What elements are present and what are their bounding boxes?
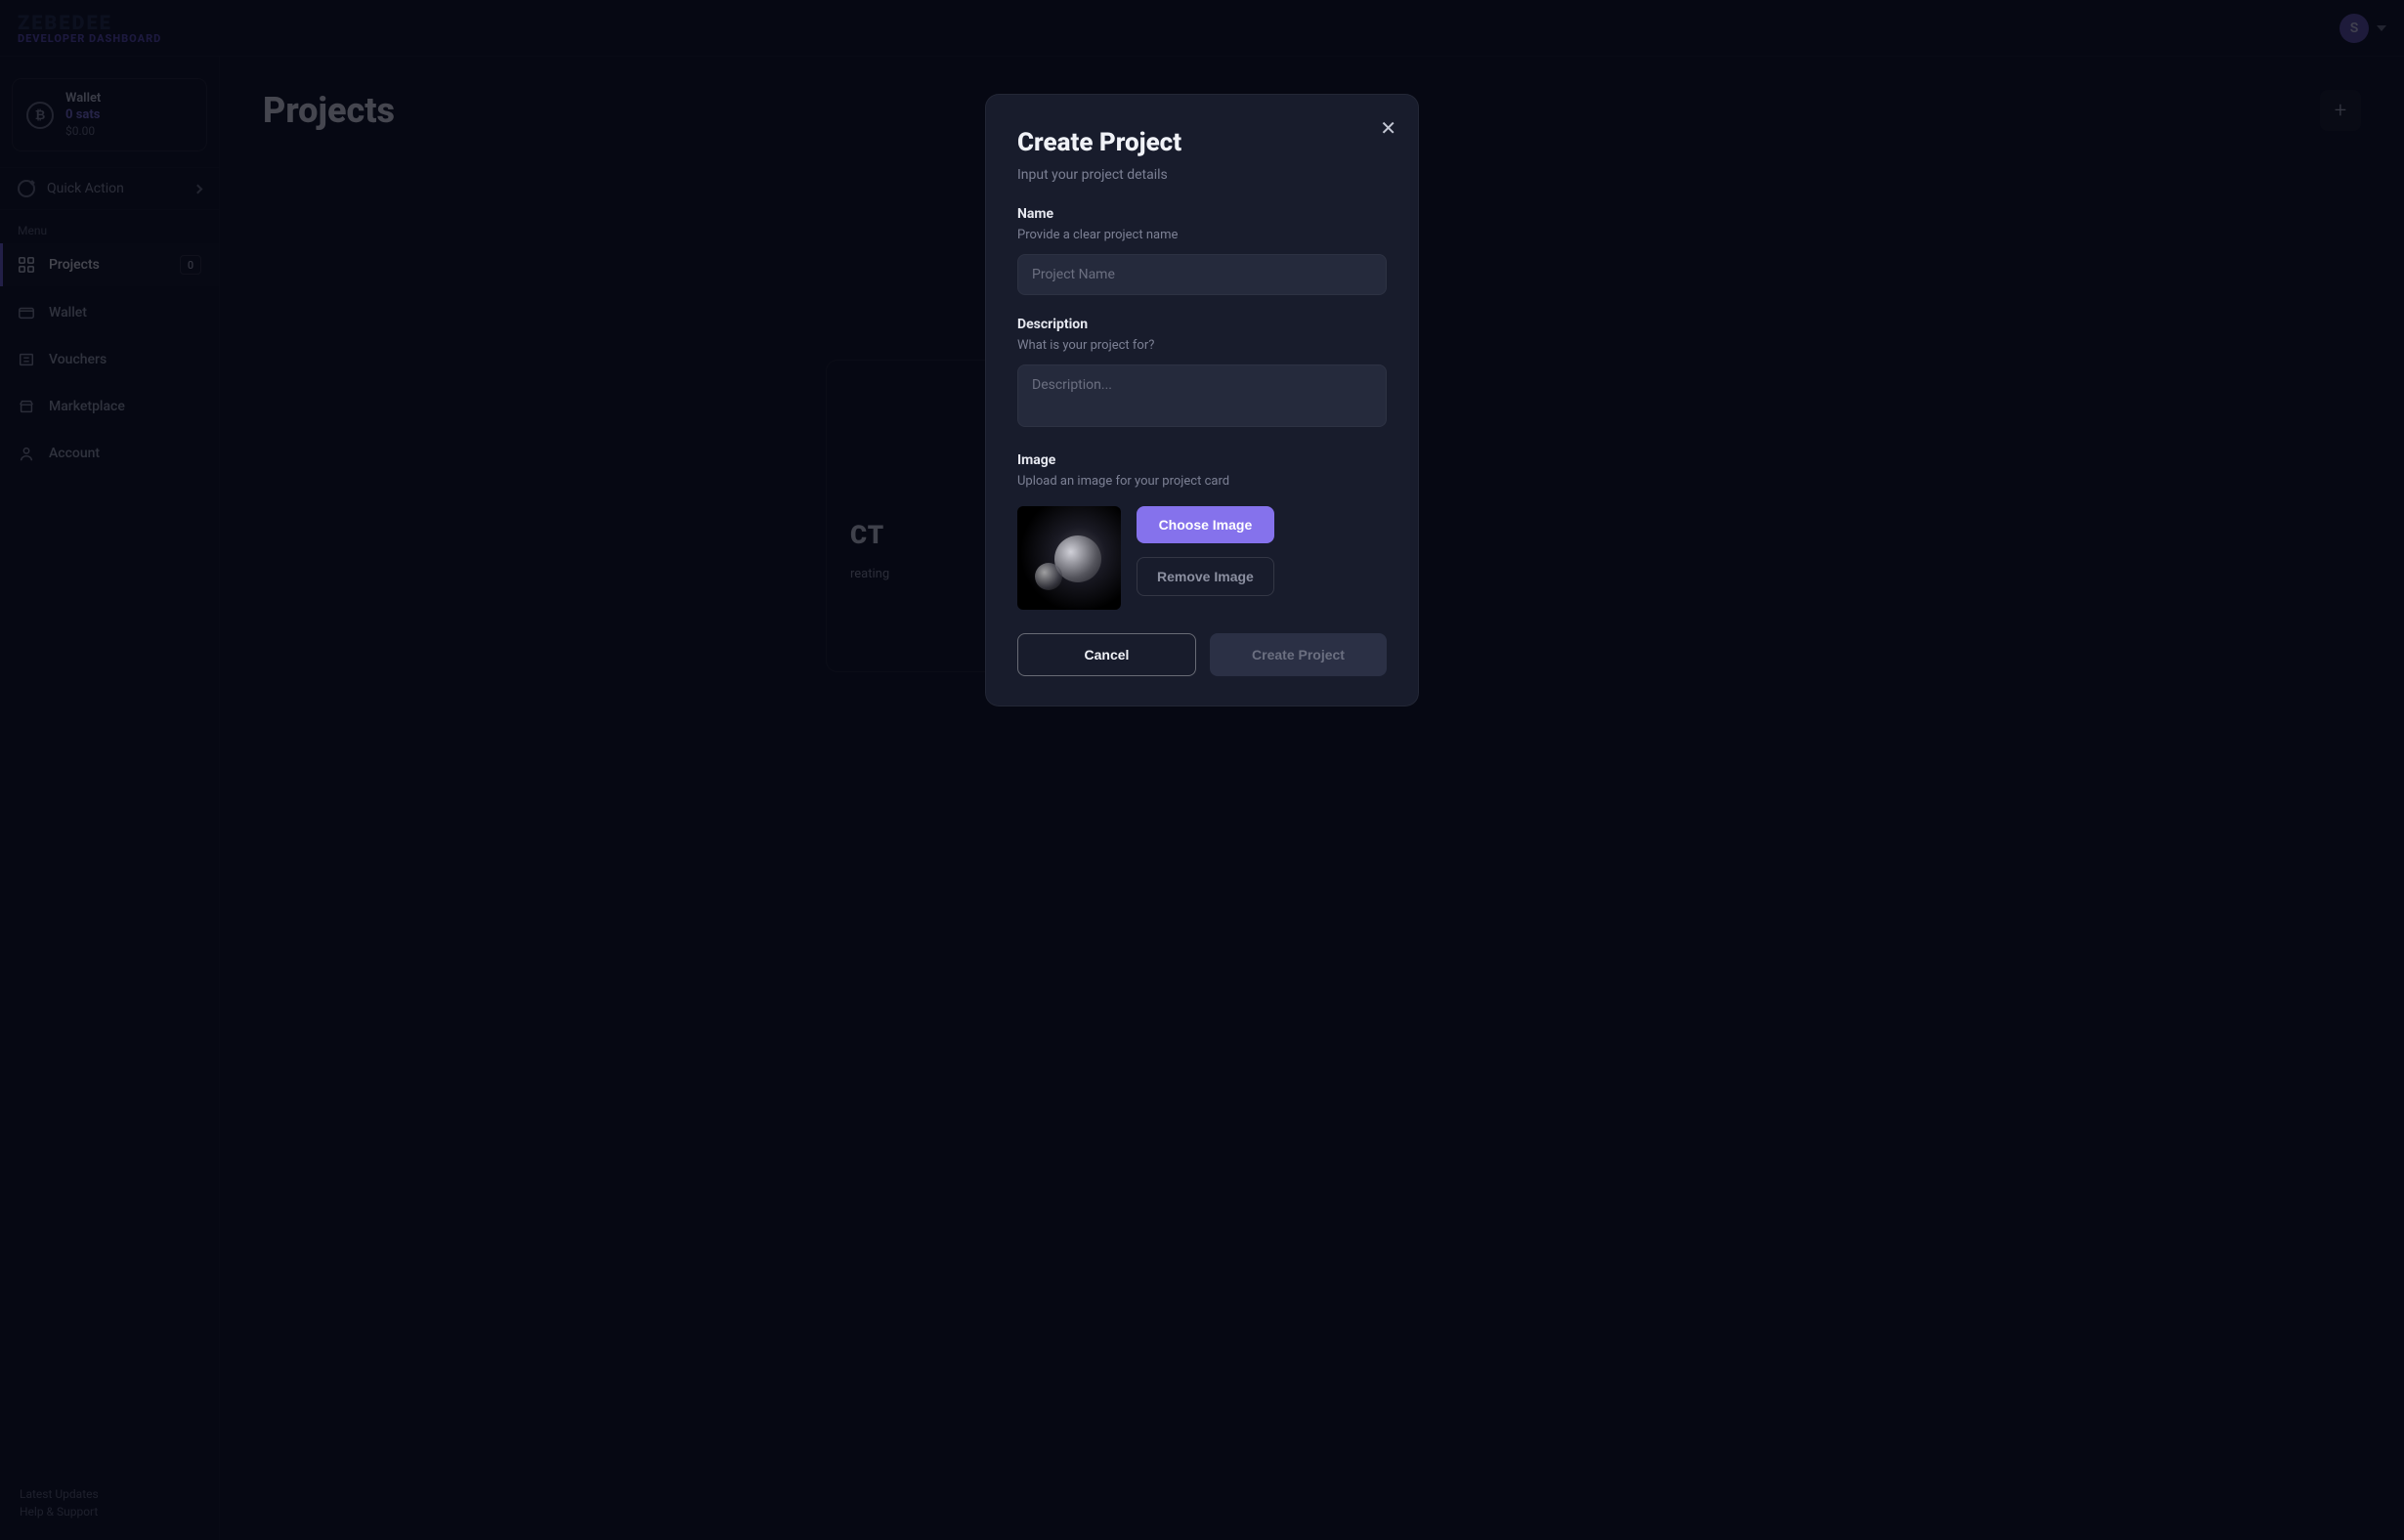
image-field-label: Image [1017, 452, 1387, 468]
name-field-label: Name [1017, 206, 1387, 222]
choose-image-button[interactable]: Choose Image [1137, 506, 1274, 543]
image-preview-thumbnail [1017, 506, 1121, 610]
description-field-hint: What is your project for? [1017, 338, 1387, 353]
remove-image-button[interactable]: Remove Image [1137, 557, 1274, 596]
modal-subtitle: Input your project details [1017, 167, 1387, 183]
description-field-label: Description [1017, 317, 1387, 332]
project-name-input[interactable] [1017, 254, 1387, 295]
create-project-button[interactable]: Create Project [1210, 633, 1387, 676]
project-description-input[interactable] [1017, 364, 1387, 427]
close-icon: ✕ [1380, 116, 1396, 140]
modal-title: Create Project [1017, 128, 1387, 157]
cancel-button[interactable]: Cancel [1017, 633, 1196, 676]
modal-overlay[interactable]: ✕ Create Project Input your project deta… [0, 0, 2404, 1540]
close-button[interactable]: ✕ [1380, 116, 1396, 140]
name-field-hint: Provide a clear project name [1017, 228, 1387, 242]
create-project-modal: ✕ Create Project Input your project deta… [985, 94, 1419, 706]
image-field-hint: Upload an image for your project card [1017, 474, 1387, 489]
